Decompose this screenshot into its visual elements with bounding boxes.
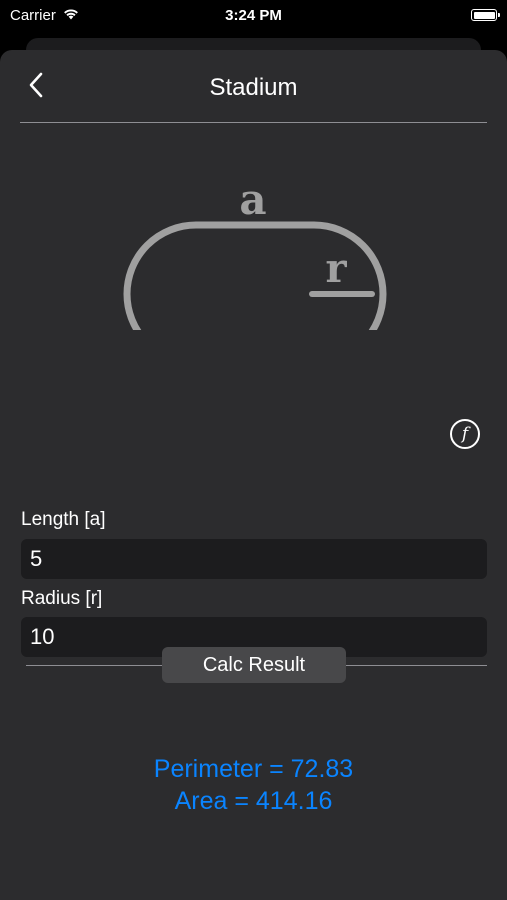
- stadium-diagram: a r: [0, 120, 507, 367]
- page-title: Stadium: [209, 74, 298, 101]
- function-icon: f: [461, 424, 469, 444]
- label-r: r: [325, 245, 347, 292]
- battery-icon: [471, 9, 500, 21]
- status-time: 3:24 PM: [225, 6, 282, 24]
- navigation-bar: Stadium: [0, 50, 507, 124]
- wifi-icon: [62, 7, 80, 24]
- area-result: Area = 414.16: [174, 787, 333, 815]
- length-label: Length [a]: [21, 509, 106, 530]
- radius-label: Radius [r]: [21, 588, 103, 609]
- perimeter-result: Perimeter = 72.83: [153, 755, 354, 783]
- calc-row: Calc Result: [26, 647, 487, 683]
- formula-button[interactable]: f: [450, 419, 480, 449]
- calc-divider-left: [26, 665, 162, 666]
- status-bar: Carrier 3:24 PM: [0, 0, 507, 30]
- carrier-label: Carrier: [10, 6, 56, 24]
- label-a: a: [239, 175, 266, 224]
- calc-result-button[interactable]: Calc Result: [162, 647, 346, 683]
- calc-divider-right: [346, 665, 487, 666]
- status-left: Carrier: [10, 7, 130, 24]
- status-right: [377, 9, 500, 21]
- length-input[interactable]: [21, 539, 487, 579]
